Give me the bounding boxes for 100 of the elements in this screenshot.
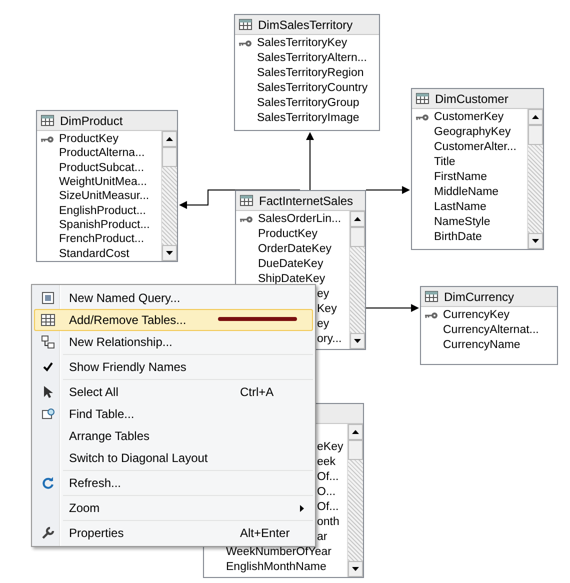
column-name[interactable]: NameStyle (434, 215, 490, 230)
column-name[interactable]: ProductAlterna... (59, 146, 145, 162)
table-header[interactable]: DimCurrency (421, 287, 557, 307)
column-name[interactable]: StandardCost (59, 246, 130, 261)
scroll-up-button[interactable] (350, 211, 365, 227)
up-arrow-icon (166, 137, 173, 141)
menu-item[interactable]: Refresh... (34, 472, 313, 494)
column-name[interactable]: SalesTerritoryGroup (257, 96, 360, 111)
column-name[interactable]: EnglishMonthName (226, 560, 326, 575)
column-name[interactable]: Key (317, 302, 337, 317)
table-icon (41, 314, 55, 326)
column-name[interactable]: ory... (317, 332, 342, 347)
column-name[interactable]: ProductKey (258, 227, 318, 242)
column-name[interactable]: GeographyKey (434, 125, 511, 140)
find-icon (41, 407, 55, 421)
key-icon (425, 312, 438, 319)
scroll-thumb[interactable] (350, 227, 365, 247)
scroll-down-button[interactable] (162, 245, 177, 261)
column-name[interactable]: CustomerKey (434, 110, 504, 125)
table-title: DimSalesTerritory (258, 16, 353, 34)
scroll-down-button[interactable] (528, 233, 543, 249)
table-title: DimCustomer (435, 90, 508, 108)
column-name[interactable]: ProductKey (59, 132, 118, 147)
column-name[interactable]: Of... (317, 470, 339, 485)
down-arrow-icon (166, 251, 173, 255)
column-name[interactable]: ProductSubcat... (59, 160, 144, 176)
column-name[interactable]: ShipDateKey (258, 272, 326, 287)
menu-item[interactable]: New Relationship... (34, 331, 313, 353)
table-header[interactable]: DimSalesTerritory (235, 15, 379, 35)
column-name[interactable]: CurrencyName (443, 338, 520, 353)
column-name[interactable]: SizeUnitMeasur... (59, 189, 150, 204)
scrollbar[interactable] (347, 424, 363, 577)
refresh-icon (41, 476, 55, 490)
scrollbar[interactable] (349, 211, 365, 349)
column-name[interactable]: BirthDate (434, 230, 482, 245)
column-name[interactable]: FrenchProduct... (59, 232, 144, 248)
column-name[interactable]: O... (317, 485, 336, 500)
scrollbar[interactable] (161, 131, 177, 261)
menu-item[interactable]: Select All Ctrl+A (34, 381, 313, 403)
column-name[interactable]: FirstName (434, 170, 488, 185)
scroll-up-button[interactable] (162, 131, 177, 147)
down-arrow-icon (352, 567, 359, 571)
column-name[interactable]: SalesTerritoryImage (257, 111, 360, 126)
column-name[interactable]: OrderDateKey (258, 242, 332, 257)
menu-item[interactable]: New Named Query... (34, 287, 313, 309)
column-name[interactable]: DueDateKey (258, 257, 324, 272)
scrollbar[interactable] (527, 109, 543, 249)
column-name[interactable]: SalesTerritoryKey (257, 36, 348, 51)
column-name[interactable]: ar (317, 530, 328, 545)
column-name[interactable]: MiddleName (434, 185, 499, 200)
column-name[interactable]: SalesTerritoryCountry (257, 81, 368, 96)
up-arrow-icon (354, 217, 361, 221)
column-name[interactable]: ey (317, 317, 330, 332)
table-header[interactable]: DimProduct (37, 111, 177, 131)
menu-item[interactable]: Add/Remove Tables... (34, 309, 313, 331)
column-name[interactable]: WeightUnitMea... (59, 174, 147, 190)
key-icon (240, 216, 253, 223)
column-name[interactable]: Title (434, 155, 456, 170)
menu-item[interactable]: Find Table... (34, 403, 313, 425)
column-name[interactable]: CurrencyAlternat... (443, 323, 539, 338)
table-icon (41, 115, 54, 126)
down-arrow-icon (354, 339, 361, 343)
column-name[interactable]: CustomerAlter... (434, 140, 516, 155)
column-name[interactable]: onth (317, 515, 340, 530)
column-name[interactable]: ey (317, 287, 330, 302)
menu-item[interactable]: Arrange Tables (34, 425, 313, 447)
table-icon (425, 291, 438, 302)
column-name[interactable]: SalesTerritoryRegion (257, 66, 364, 81)
column-name[interactable]: SalesOrderLin... (258, 212, 342, 227)
scroll-thumb[interactable] (348, 440, 363, 460)
scroll-up-button[interactable] (348, 424, 363, 440)
column-name[interactable]: CurrencyKey (443, 308, 510, 323)
menu-item[interactable]: Zoom (34, 497, 313, 519)
scroll-thumb[interactable] (528, 125, 543, 145)
table-header[interactable]: DimCustomer (412, 89, 543, 109)
scroll-down-button[interactable] (348, 561, 363, 577)
relationship-icon (41, 335, 55, 349)
key-icon (239, 40, 252, 47)
scroll-down-button[interactable] (350, 333, 365, 349)
column-name[interactable]: Of... (317, 500, 339, 515)
column-name[interactable]: eKey (317, 440, 344, 455)
scroll-thumb[interactable] (162, 147, 177, 167)
column-name[interactable]: EnglishProduct... (59, 204, 146, 219)
menu-item[interactable]: Switch to Diagonal Layout (34, 447, 313, 469)
column-name[interactable]: SpanishProduct... (59, 218, 150, 233)
column-name[interactable]: SalesTerritoryAltern... (257, 51, 367, 66)
key-icon (416, 114, 429, 121)
key-icon (41, 136, 54, 143)
menu-item[interactable]: Properties Alt+Enter (34, 522, 313, 544)
table-icon (239, 19, 252, 30)
relationship-arrow (306, 132, 314, 190)
table-header[interactable]: FactInternetSales (236, 191, 365, 211)
wrench-icon (41, 526, 55, 540)
down-arrow-icon (532, 239, 539, 243)
scroll-up-button[interactable] (528, 109, 543, 125)
table-title: DimCurrency (444, 288, 514, 306)
menu-item[interactable]: Show Friendly Names (34, 356, 313, 378)
column-name[interactable]: WeekNumberOfYear (226, 545, 332, 560)
column-name[interactable]: LastName (434, 200, 486, 215)
column-name[interactable]: eek (317, 455, 336, 470)
